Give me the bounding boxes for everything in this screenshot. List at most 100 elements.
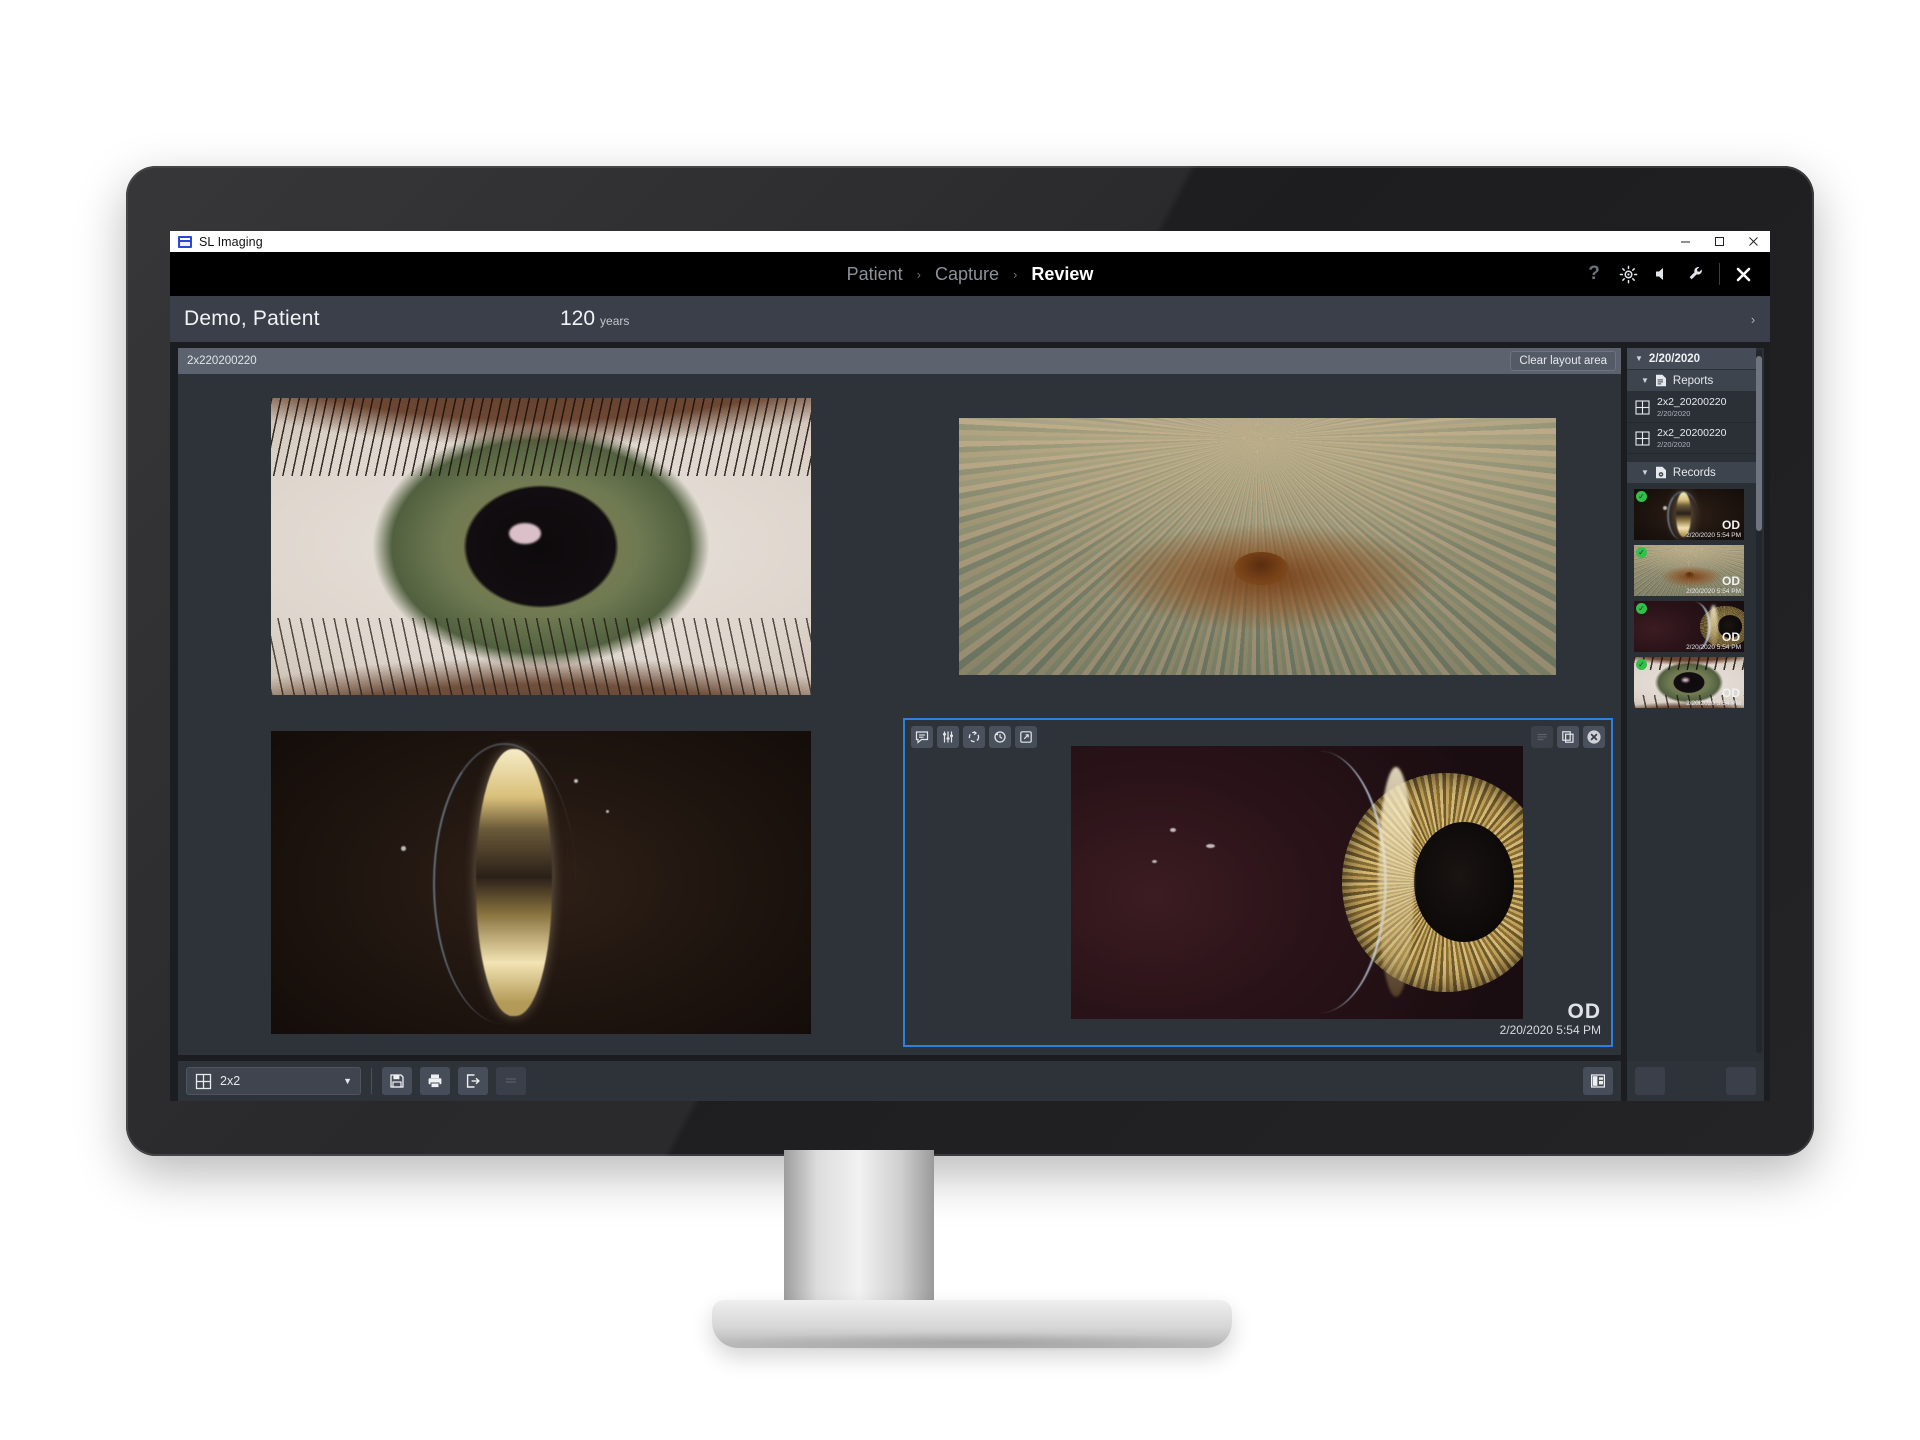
breadcrumb-patient[interactable]: Patient (847, 264, 903, 285)
app-window: SL Imaging Patient › Capture › Review ? … (170, 231, 1770, 1101)
reset-rotate-icon[interactable] (962, 725, 985, 748)
report-meta: 2x2_20200220 2/20/2020 (1657, 396, 1727, 417)
list-item[interactable]: ✓ OD 2/20/2020 5:54 PM (1634, 489, 1744, 540)
grid-cell-3[interactable] (186, 718, 897, 1048)
app-body: 2x220200220 Clear layout area OD 2/20/20… (170, 342, 1770, 1101)
more-button (496, 1067, 526, 1095)
layout-tab-bar: 2x220200220 Clear layout area (178, 348, 1621, 374)
compare-icon (1531, 725, 1553, 748)
header-icon-group: ? (1577, 252, 1770, 296)
list-item[interactable]: ✓ OD 2/20/2020 5:54 PM (1634, 657, 1744, 708)
thumbnail-timestamp: 2/20/2020 5:54 PM (1686, 700, 1741, 707)
copy-icon[interactable] (1557, 725, 1579, 748)
thumbnail-timestamp: 2/20/2020 5:54 PM (1686, 532, 1741, 539)
image-tools-left (910, 725, 1037, 748)
window-controls (1668, 231, 1770, 252)
compare-view-button[interactable] (1583, 1067, 1613, 1095)
image-thumbnail-iris-closeup[interactable] (959, 418, 1557, 676)
app-header: Patient › Capture › Review ? (170, 252, 1770, 296)
remove-image-icon[interactable] (1583, 725, 1605, 748)
sidebar-scrollbar[interactable] (1756, 350, 1762, 1053)
monitor-stand-neck (784, 1150, 934, 1320)
grid-cell-2[interactable] (903, 382, 1614, 712)
annotation-icon[interactable] (910, 725, 933, 748)
image-timestamp: 2/20/2020 5:54 PM (1499, 1023, 1601, 1037)
grid-2x2-icon (1635, 430, 1650, 446)
help-icon[interactable]: ? (1577, 252, 1611, 296)
list-item[interactable]: ✓ OD 2/20/2020 5:54 PM (1634, 601, 1744, 652)
triangle-down-icon: ▼ (1641, 376, 1649, 385)
image-tools-right (1531, 725, 1605, 748)
list-item[interactable]: 2x2_20200220 2/20/2020 (1627, 423, 1756, 454)
layout-select-dropdown[interactable]: 2x2 ▼ (186, 1067, 361, 1095)
grid-2x2-icon (195, 1073, 212, 1089)
breadcrumb-review[interactable]: Review (1031, 264, 1093, 285)
sidebar-item-reports[interactable]: ▼ Reports (1627, 370, 1756, 392)
record-document-icon (1655, 466, 1666, 479)
windows-app-icon (178, 235, 192, 248)
sidebar-date-header[interactable]: ▼ 2/20/2020 (1627, 348, 1756, 370)
layout-select-value: 2x2 (220, 1074, 241, 1088)
export-button[interactable] (458, 1067, 488, 1095)
title-bar: SL Imaging (170, 231, 1770, 252)
clear-layout-area-button[interactable]: Clear layout area (1510, 351, 1616, 371)
sidebar-delete-button (1726, 1067, 1756, 1095)
image-thumbnail-limbus-selected[interactable] (1070, 745, 1523, 1019)
grid-cell-4-selected[interactable]: OD 2/20/2020 5:54 PM (902, 717, 1613, 1047)
patient-age-value: 120 (560, 307, 596, 330)
scrollbar-thumb[interactable] (1756, 356, 1762, 531)
grid-2x2-icon (1635, 399, 1650, 415)
patient-age-unit: years (600, 314, 630, 328)
report-name: 2x2_20200220 (1657, 427, 1727, 440)
breadcrumb: Patient › Capture › Review (170, 252, 1770, 296)
adjust-sliders-icon[interactable] (936, 725, 959, 748)
status-badge: ✓ (1636, 659, 1647, 670)
maximize-icon[interactable] (1702, 231, 1736, 252)
sidebar-footer (1627, 1061, 1764, 1101)
close-icon[interactable] (1736, 231, 1770, 252)
breadcrumb-capture[interactable]: Capture (935, 264, 999, 285)
window-title: SL Imaging (199, 234, 263, 249)
records-sidebar: ▼ 2/20/2020 ▼ Reports 2x2_20200220 2/20/… (1627, 348, 1764, 1101)
layout-toolbar: 2x2 ▼ (178, 1061, 1621, 1101)
toolbar-right-group (1583, 1067, 1613, 1095)
list-item[interactable]: 2x2_20200220 2/20/2020 (1627, 392, 1756, 423)
triangle-down-icon: ▼ (1635, 354, 1643, 363)
monitor-stand-base (694, 1300, 1250, 1352)
breadcrumb-separator: › (916, 266, 921, 282)
brightness-icon[interactable] (1611, 252, 1645, 296)
eye-laterality-label: OD (1567, 999, 1601, 1023)
print-button[interactable] (420, 1067, 450, 1095)
open-external-icon[interactable] (1014, 725, 1037, 748)
eye-laterality-label: OD (1722, 630, 1740, 644)
thumbnail-timestamp: 2/20/2020 5:54 PM (1686, 644, 1741, 651)
report-meta: 2x2_20200220 2/20/2020 (1657, 427, 1727, 448)
document-icon (1655, 374, 1666, 387)
sidebar-scroll-region: ▼ 2/20/2020 ▼ Reports 2x2_20200220 2/20/… (1627, 348, 1764, 1055)
sidebar-expand-chevron-icon[interactable]: › (1744, 307, 1762, 331)
minimize-icon[interactable] (1668, 231, 1702, 252)
save-button[interactable] (382, 1067, 412, 1095)
triangle-down-icon: ▼ (1641, 468, 1649, 477)
layout-tab-label[interactable]: 2x220200220 (187, 355, 257, 367)
status-badge: ✓ (1636, 603, 1647, 614)
eye-laterality-label: OD (1722, 574, 1740, 588)
image-thumbnail-slit-beam[interactable] (271, 730, 812, 1034)
sidebar-section-label: Records (1672, 466, 1716, 479)
thumbnail-timestamp: 2/20/2020 5:54 PM (1686, 588, 1741, 595)
status-badge: ✓ (1636, 547, 1647, 558)
volume-icon[interactable] (1645, 252, 1679, 296)
list-item[interactable]: ✓ OD 2/20/2020 5:54 PM (1634, 545, 1744, 596)
settings-wrench-icon[interactable] (1679, 252, 1713, 296)
undo-history-icon[interactable] (988, 725, 1011, 748)
image-thumbnail-eye-anterior[interactable] (271, 398, 812, 696)
sidebar-item-records[interactable]: ▼ Records (1627, 462, 1756, 484)
status-badge: ✓ (1636, 491, 1647, 502)
close-app-icon[interactable] (1726, 252, 1760, 296)
image-grid: OD 2/20/2020 5:54 PM (178, 374, 1621, 1055)
grid-cell-1[interactable] (186, 382, 897, 712)
eye-laterality-label: OD (1722, 518, 1740, 532)
report-date: 2/20/2020 (1657, 439, 1691, 449)
toolbar-divider (371, 1068, 372, 1094)
chevron-down-icon: ▼ (343, 1076, 352, 1086)
